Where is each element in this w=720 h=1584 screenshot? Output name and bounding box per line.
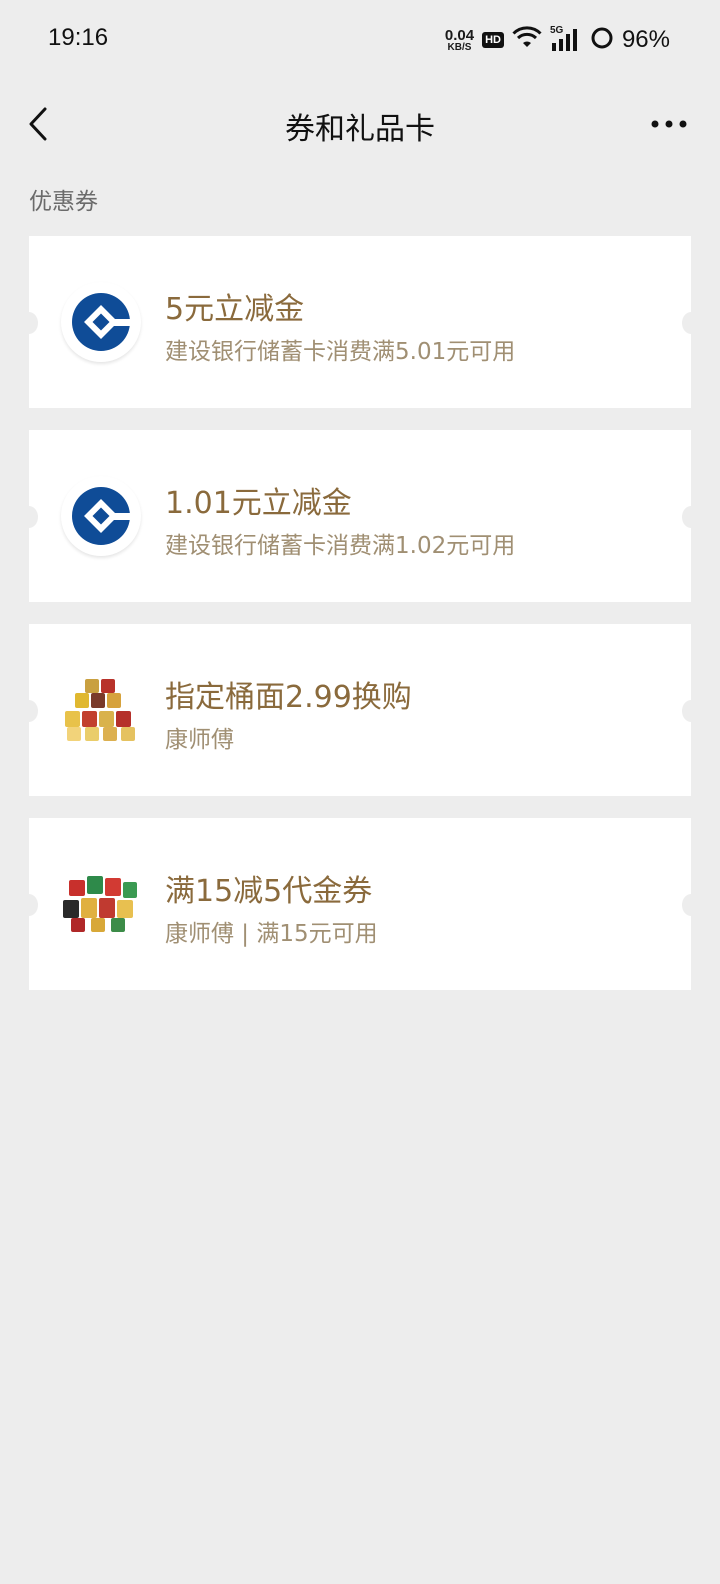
- instant-noodle-cups-icon: [61, 864, 141, 944]
- network-speed-unit: KB/S: [447, 41, 472, 53]
- coupon-card[interactable]: 满15减5代金券 康师傅 | 满15元可用: [20, 818, 700, 990]
- card-notch: [682, 700, 700, 722]
- coupon-card[interactable]: 指定桶面2.99换购 康师傅: [20, 624, 700, 796]
- wifi-icon: [512, 26, 542, 54]
- more-options-button[interactable]: [644, 104, 694, 144]
- card-notch: [20, 894, 38, 916]
- status-icons: 0.04 KB/S HD 5G 96%: [445, 22, 670, 58]
- status-time: 19:16: [48, 24, 109, 51]
- status-bar: 19:16 0.04 KB/S HD 5G 96%: [0, 0, 720, 80]
- instant-noodle-cups-icon: [61, 670, 141, 750]
- page-title: 券和礼品卡: [285, 112, 435, 147]
- network-speed: 0.04 KB/S: [445, 28, 474, 53]
- coupon-description: 建设银行储蓄卡消费满1.02元可用: [165, 533, 516, 559]
- card-notch: [682, 506, 700, 528]
- ccb-bank-logo-icon: [61, 476, 141, 556]
- ccb-bank-logo-icon: [61, 282, 141, 362]
- card-notch: [682, 312, 700, 334]
- network-speed-value: 0.04: [444, 26, 475, 44]
- navigation-bar: 券和礼品卡: [0, 80, 720, 168]
- coupon-title: 指定桶面2.99换购: [165, 680, 412, 715]
- card-notch: [20, 312, 38, 334]
- cellular-signal-icon: 5G: [549, 25, 582, 53]
- coupon-title: 满15减5代金券: [165, 874, 373, 909]
- network-type-label: 5G: [549, 25, 564, 36]
- section-title-coupons: 优惠券: [29, 189, 98, 215]
- coupon-description: 康师傅: [165, 727, 234, 753]
- battery-percentage: 96%: [621, 26, 670, 53]
- battery-icon: [590, 26, 614, 54]
- more-dots-icon: [651, 120, 687, 128]
- coupon-title: 1.01元立减金: [165, 486, 352, 521]
- coupon-card[interactable]: 1.01元立减金 建设银行储蓄卡消费满1.02元可用: [20, 430, 700, 602]
- coupon-title: 5元立减金: [165, 292, 305, 327]
- hd-icon: HD: [482, 32, 504, 48]
- card-notch: [682, 894, 700, 916]
- card-notch: [20, 700, 38, 722]
- card-notch: [20, 506, 38, 528]
- coupon-description: 康师傅 | 满15元可用: [165, 921, 378, 947]
- coupon-description: 建设银行储蓄卡消费满5.01元可用: [165, 339, 516, 365]
- coupon-card[interactable]: 5元立减金 建设银行储蓄卡消费满5.01元可用: [20, 236, 700, 408]
